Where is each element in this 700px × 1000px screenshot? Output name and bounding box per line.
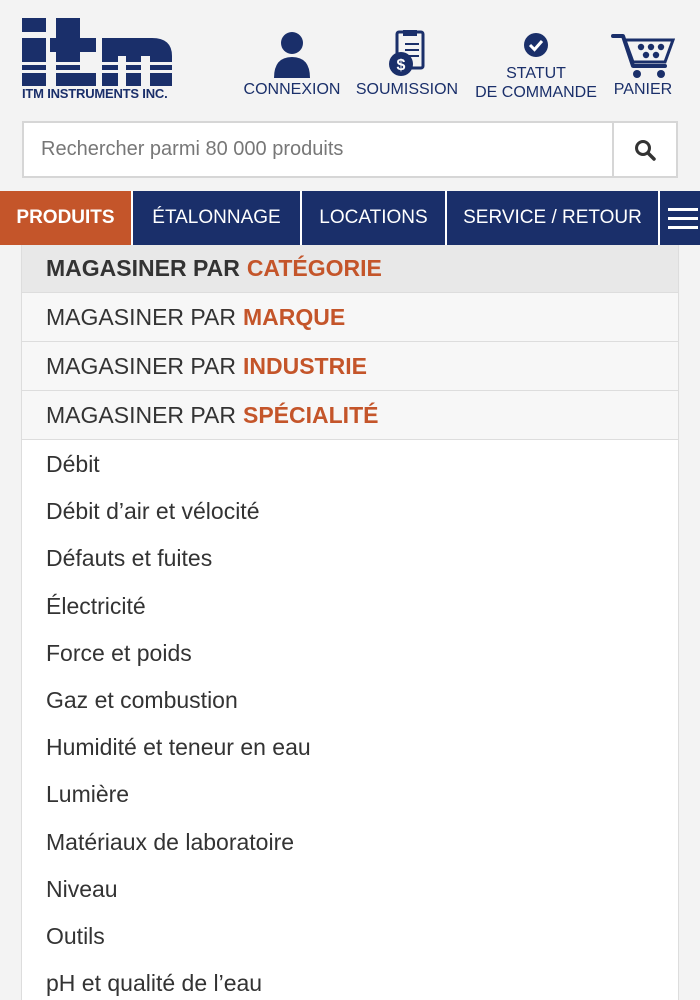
shop-by-specialty[interactable]: MAGASINER PAR SPÉCIALITÉ — [22, 391, 678, 440]
nav-tab-calibration[interactable]: ÉTALONNAGE — [133, 191, 302, 245]
user-icon — [274, 32, 310, 78]
menu-bar — [668, 216, 698, 220]
category-item[interactable]: Force et poids — [22, 630, 678, 677]
quote-link[interactable]: $ SOUMISSION — [354, 30, 460, 99]
shop-by-prefix: MAGASINER PAR — [46, 352, 236, 379]
search-input[interactable] — [24, 123, 612, 176]
products-dropdown-panel: MAGASINER PAR CATÉGORIE MAGASINER PAR MA… — [21, 245, 679, 1000]
itm-logo[interactable]: ITM INSTRUMENTS INC. — [22, 18, 182, 103]
svg-text:$: $ — [397, 57, 406, 74]
category-item[interactable]: Outils — [22, 913, 678, 960]
category-item[interactable]: Gaz et combustion — [22, 677, 678, 724]
menu-bar — [668, 225, 698, 229]
site-header: ITM INSTRUMENTS INC. CONNEXION $ SOUMISS… — [0, 0, 700, 120]
shop-by-prefix: MAGASINER PAR — [46, 303, 236, 330]
category-item[interactable]: Électricité — [22, 583, 678, 630]
quote-label: SOUMISSION — [355, 81, 459, 98]
itm-logo-mark — [22, 18, 172, 86]
login-link[interactable]: CONNEXION — [242, 30, 342, 99]
search-bar — [22, 121, 678, 178]
shop-by-prefix: MAGASINER PAR — [46, 255, 240, 281]
category-item[interactable]: Niveau — [22, 866, 678, 913]
category-list: Débit Débit d’air et vélocité Défauts et… — [22, 440, 678, 1000]
category-item[interactable]: Débit — [22, 441, 678, 488]
shop-by-highlight: SPÉCIALITÉ — [243, 401, 379, 428]
nav-tab-service-return[interactable]: SERVICE / RETOUR — [447, 191, 660, 245]
category-item[interactable]: Débit d’air et vélocité — [22, 488, 678, 535]
cart-label: PANIER — [613, 81, 673, 98]
order-status-label-line2: DE COMMANDE — [475, 84, 597, 101]
order-status-label-line1: STATUT — [506, 65, 566, 82]
category-item[interactable]: Défauts et fuites — [22, 535, 678, 582]
category-item[interactable]: Lumière — [22, 771, 678, 818]
login-label: CONNEXION — [243, 81, 341, 98]
category-item[interactable]: pH et qualité de l’eau — [22, 960, 678, 1000]
shop-by-highlight: INDUSTRIE — [243, 352, 367, 379]
nav-tab-rentals[interactable]: LOCATIONS — [302, 191, 447, 245]
shop-by-category[interactable]: MAGASINER PAR CATÉGORIE — [22, 245, 678, 293]
quote-icon: $ — [389, 30, 425, 76]
search-button[interactable] — [612, 123, 676, 176]
order-status-link[interactable]: STATUT DE COMMANDE — [472, 32, 600, 102]
hamburger-menu-icon[interactable] — [660, 191, 698, 245]
cart-link[interactable]: PANIER — [610, 30, 676, 99]
shop-by-brand[interactable]: MAGASINER PAR MARQUE — [22, 293, 678, 342]
main-nav: PRODUITS ÉTALONNAGE LOCATIONS SERVICE / … — [0, 191, 700, 245]
cart-icon — [611, 34, 675, 78]
shop-by-highlight: CATÉGORIE — [246, 255, 382, 281]
category-item[interactable]: Humidité et teneur en eau — [22, 724, 678, 771]
search-icon — [635, 139, 656, 161]
shop-by-industry[interactable]: MAGASINER PAR INDUSTRIE — [22, 342, 678, 391]
shop-by-prefix: MAGASINER PAR — [46, 401, 236, 428]
nav-tab-products[interactable]: PRODUITS — [0, 191, 133, 245]
shop-by-highlight: MARQUE — [243, 303, 346, 330]
check-circle-icon — [524, 33, 548, 57]
menu-bar — [668, 207, 698, 211]
category-item[interactable]: Matériaux de laboratoire — [22, 819, 678, 866]
logo-subtitle: ITM INSTRUMENTS INC. — [22, 86, 168, 101]
